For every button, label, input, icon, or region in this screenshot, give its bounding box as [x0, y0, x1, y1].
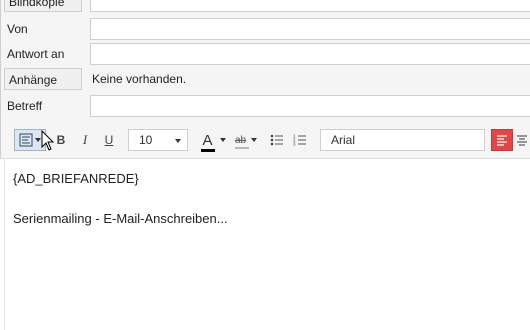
- bold-button[interactable]: B: [53, 129, 69, 151]
- font-family-value: Arial: [331, 133, 356, 147]
- svg-text:3: 3: [293, 142, 296, 147]
- bcc-input[interactable]: [90, 0, 530, 12]
- font-size-value: 10: [139, 133, 153, 147]
- bullet-list-icon: [270, 134, 283, 146]
- from-input[interactable]: [90, 18, 530, 40]
- chevron-down-icon: [219, 138, 226, 142]
- underline-button[interactable]: U: [101, 129, 117, 151]
- align-left-button[interactable]: [491, 129, 513, 151]
- highlight-label: ab: [234, 134, 247, 146]
- italic-button[interactable]: I: [77, 129, 93, 151]
- numbered-list-icon: 1 2 3: [293, 134, 306, 147]
- email-body-editor[interactable]: {AD_BRIEFANREDE} Serienmailing - E-Mail-…: [4, 159, 530, 330]
- attachments-button[interactable]: Anhänge: [4, 68, 82, 90]
- align-center-icon: [517, 135, 527, 146]
- editor-line-salutation: {AD_BRIEFANREDE}: [13, 171, 139, 186]
- align-left-icon: [497, 135, 507, 146]
- reply-to-row: Antwort an: [1, 43, 530, 67]
- attachments-row: Anhänge Keine vorhanden.: [1, 68, 530, 92]
- from-label: Von: [7, 22, 28, 36]
- align-center-button[interactable]: [516, 129, 530, 151]
- header-fields-panel: Blindkopie Von Antwort an Anhänge Keine …: [0, 0, 530, 122]
- font-color-label: A: [202, 131, 213, 149]
- bcc-row: Blindkopie: [1, 0, 530, 14]
- subject-row: Betreff: [1, 95, 530, 119]
- attachments-value: Keine vorhanden.: [92, 72, 187, 86]
- format-block-icon: [19, 133, 33, 147]
- from-row: Von: [1, 18, 530, 42]
- bcc-label[interactable]: Blindkopie: [4, 0, 82, 12]
- font-size-select[interactable]: 10: [128, 129, 188, 151]
- numbered-list-button[interactable]: 1 2 3: [290, 129, 310, 151]
- subject-label: Betreff: [7, 99, 43, 113]
- bullet-list-button[interactable]: [267, 129, 287, 151]
- chevron-down-icon: [251, 138, 258, 142]
- formatting-toolbar: B I U 10 A ab 1 2 3 Arial: [0, 122, 530, 159]
- font-family-select[interactable]: Arial: [320, 129, 485, 151]
- highlight-button[interactable]: ab: [230, 129, 262, 151]
- chevron-down-icon: [175, 139, 181, 143]
- subject-input[interactable]: [90, 95, 530, 117]
- reply-to-label: Antwort an: [7, 47, 65, 61]
- editor-line-body: Serienmailing - E-Mail-Anschreiben...: [13, 211, 228, 226]
- font-color-button[interactable]: A: [198, 129, 228, 152]
- reply-to-input[interactable]: [90, 43, 530, 65]
